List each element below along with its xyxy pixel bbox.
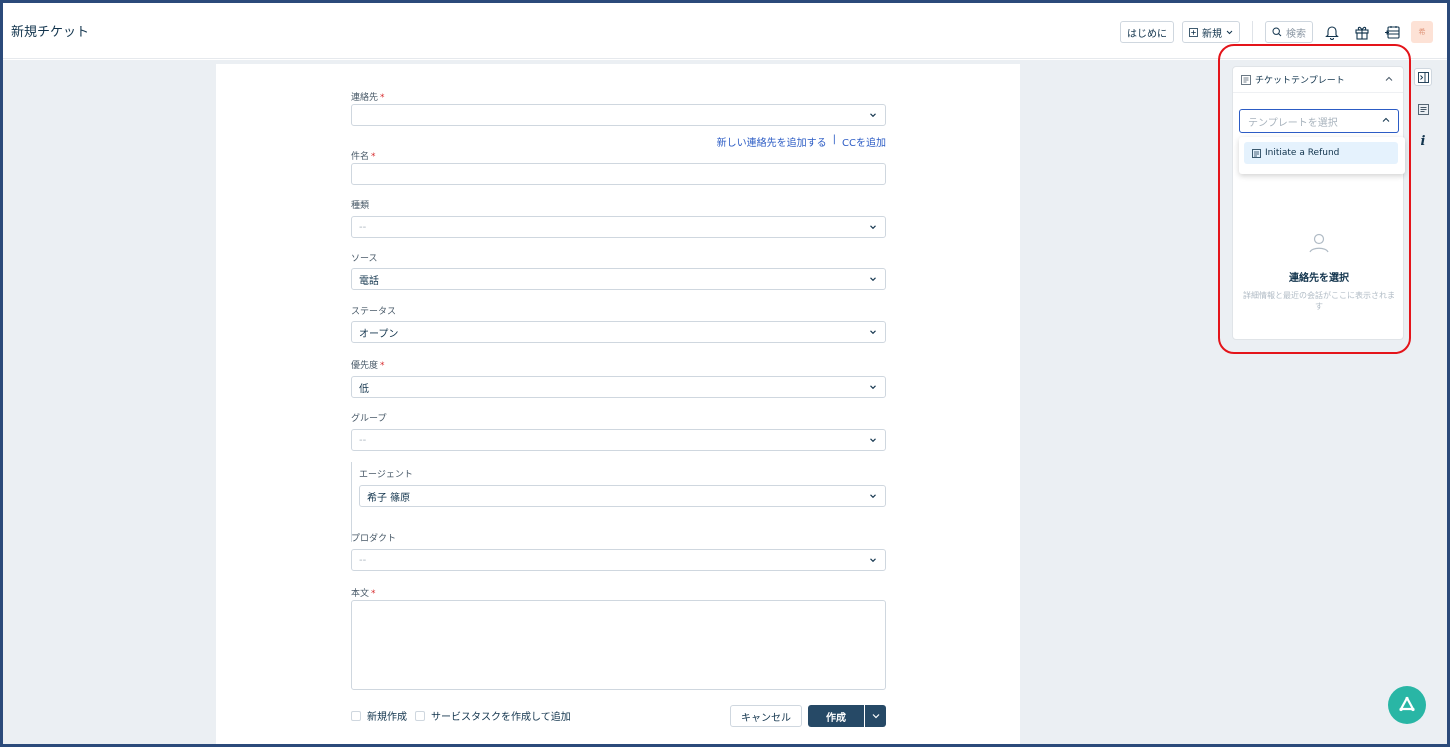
create-new-checkbox[interactable]: [351, 710, 361, 721]
product-value: --: [359, 554, 367, 566]
freddy-ai-icon: [1399, 696, 1415, 712]
ticket-form: 連絡先 * 新しい連絡先を追加する | CCを追加 件名 * 種類 -- ソース 電…: [216, 64, 1020, 744]
gift-icon[interactable]: [1351, 21, 1373, 43]
service-task-checkbox[interactable]: [415, 710, 425, 721]
highlight-annotation: [1218, 44, 1411, 354]
chevron-down-icon: [870, 438, 876, 443]
cancel-button[interactable]: キャンセル: [730, 705, 802, 727]
create-button[interactable]: 作成: [808, 705, 864, 727]
search-button[interactable]: 検索: [1265, 21, 1313, 43]
group-value: --: [359, 434, 367, 446]
search-icon: [1272, 27, 1282, 37]
template-sidebar-icon[interactable]: [1414, 100, 1432, 118]
required-mark: *: [380, 93, 385, 103]
product-label: プロダクト: [351, 534, 397, 544]
search-label: 検索: [1286, 28, 1306, 40]
agent-group-bar: [351, 462, 352, 542]
required-mark: *: [371, 589, 376, 599]
form-options: 新規作成 サービスタスクを作成して追加: [351, 708, 571, 723]
right-sidebar: i: [1414, 68, 1432, 150]
chevron-down-icon: [870, 494, 876, 499]
status-label: ステータス: [351, 307, 397, 317]
subject-input[interactable]: [351, 163, 886, 185]
add-contact-link[interactable]: 新しい連絡先を追加する: [717, 134, 827, 149]
status-value: オープン: [359, 328, 399, 340]
collapse-panel-icon[interactable]: [1414, 68, 1432, 86]
header-actions: はじめに 新規 検索 希: [1120, 21, 1433, 43]
priority-label: 優先度 *: [351, 361, 385, 371]
new-label: 新規: [1202, 28, 1222, 40]
required-mark: *: [371, 152, 376, 162]
avatar[interactable]: 希: [1411, 21, 1433, 43]
chevron-down-icon: [872, 714, 879, 719]
type-select[interactable]: --: [351, 216, 886, 238]
chevron-down-icon: [870, 330, 876, 335]
source-label: ソース: [351, 254, 378, 264]
chevron-down-icon: [870, 558, 876, 563]
bell-icon[interactable]: [1321, 21, 1343, 43]
chevron-down-icon: [870, 385, 876, 390]
priority-value: 低: [359, 383, 369, 395]
body-textarea[interactable]: [351, 600, 886, 690]
create-options-button[interactable]: [865, 705, 886, 727]
info-icon[interactable]: i: [1414, 132, 1432, 150]
group-label: グループ: [351, 414, 387, 424]
chevron-down-icon: [870, 277, 876, 282]
type-label: 種類: [351, 201, 370, 211]
agent-label: エージェント: [359, 470, 413, 480]
create-label: 作成: [826, 712, 846, 724]
agent-select[interactable]: 希子 篠原: [359, 485, 886, 507]
calendar-apps-icon[interactable]: [1381, 21, 1403, 43]
plus-square-icon: [1189, 27, 1198, 37]
contact-label: 連絡先 *: [351, 93, 385, 103]
source-select[interactable]: 電話: [351, 268, 886, 290]
header-divider: [1252, 21, 1253, 43]
type-value: --: [359, 221, 367, 233]
assistant-fab[interactable]: [1388, 686, 1426, 724]
status-select[interactable]: オープン: [351, 321, 886, 343]
chevron-down-icon: [1226, 30, 1233, 34]
source-value: 電話: [359, 275, 379, 287]
contact-select[interactable]: [351, 104, 886, 126]
product-select[interactable]: --: [351, 549, 886, 571]
getting-started-label: はじめに: [1127, 28, 1167, 40]
link-separator: |: [832, 134, 837, 145]
required-mark: *: [380, 361, 385, 371]
body-label: 本文 *: [351, 589, 376, 599]
contact-links: 新しい連絡先を追加する | CCを追加: [717, 134, 886, 149]
page-title: 新規チケット: [11, 25, 90, 40]
cancel-label: キャンセル: [741, 712, 791, 724]
chevron-down-icon: [870, 225, 876, 230]
add-cc-link[interactable]: CCを追加: [842, 134, 886, 149]
avatar-initial: 希: [1418, 28, 1426, 36]
new-button[interactable]: 新規: [1182, 21, 1240, 43]
getting-started-button[interactable]: はじめに: [1120, 21, 1174, 43]
create-new-label: 新規作成: [367, 712, 407, 723]
chevron-down-icon: [870, 113, 876, 118]
subject-label: 件名 *: [351, 152, 376, 162]
priority-select[interactable]: 低: [351, 376, 886, 398]
agent-value: 希子 篠原: [367, 492, 411, 504]
group-select[interactable]: --: [351, 429, 886, 451]
service-task-label: サービスタスクを作成して追加: [431, 712, 571, 723]
